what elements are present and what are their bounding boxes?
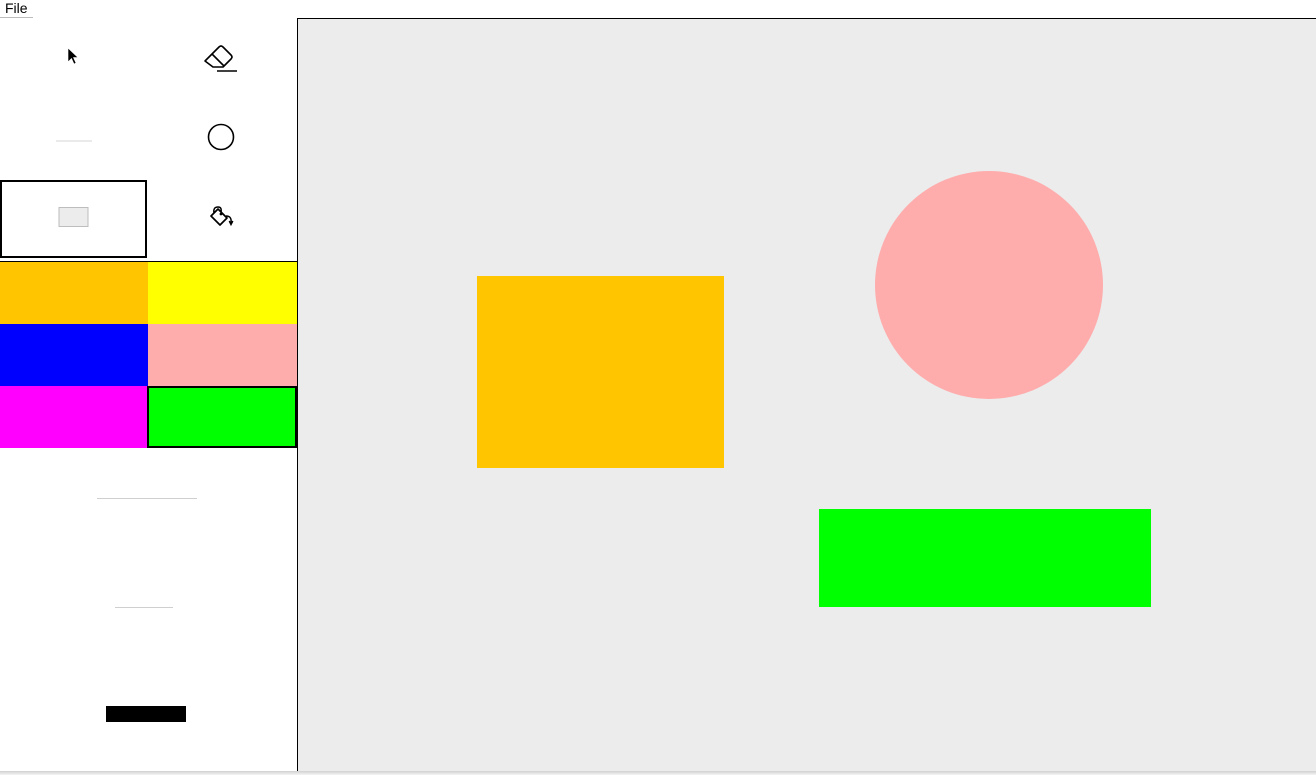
color-swatch-pink[interactable] bbox=[148, 324, 297, 386]
cursor-arrow-icon bbox=[67, 46, 81, 72]
window-bottom-edge bbox=[0, 771, 1316, 775]
ellipse-tool-button[interactable] bbox=[147, 100, 294, 178]
medium-line-sample bbox=[115, 606, 173, 608]
stroke-width-medium[interactable] bbox=[104, 597, 184, 617]
color-swatch-green[interactable] bbox=[147, 386, 297, 448]
eraser-icon bbox=[201, 40, 241, 79]
thin-line-sample bbox=[97, 497, 197, 499]
color-swatch-magenta[interactable] bbox=[0, 386, 148, 448]
stroke-width-thick[interactable] bbox=[96, 700, 196, 728]
stroke-width-thin[interactable] bbox=[88, 488, 206, 508]
menu-bar: File bbox=[0, 0, 1316, 18]
circle-icon bbox=[206, 122, 236, 157]
tool-panel bbox=[0, 20, 297, 775]
color-swatch-yellow[interactable] bbox=[148, 262, 297, 324]
rectangle-icon bbox=[58, 206, 90, 233]
line-icon bbox=[54, 130, 94, 148]
rectangle-tool-button[interactable] bbox=[0, 180, 147, 258]
select-tool-button[interactable] bbox=[0, 20, 147, 98]
paint-bucket-icon bbox=[205, 203, 237, 236]
color-swatch-orange[interactable] bbox=[0, 262, 148, 324]
line-tool-button[interactable] bbox=[0, 100, 147, 178]
canvas-ellipse-pink[interactable] bbox=[875, 171, 1103, 399]
canvas-rectangle-orange[interactable] bbox=[477, 276, 724, 468]
drawing-canvas[interactable] bbox=[297, 18, 1316, 772]
color-swatch-blue[interactable] bbox=[0, 324, 148, 386]
file-menu[interactable]: File bbox=[0, 0, 33, 18]
canvas-rectangle-green[interactable] bbox=[819, 509, 1151, 607]
thick-line-sample bbox=[106, 706, 186, 722]
color-palette bbox=[0, 261, 297, 451]
eraser-tool-button[interactable] bbox=[147, 20, 294, 98]
fill-tool-button[interactable] bbox=[147, 180, 294, 258]
